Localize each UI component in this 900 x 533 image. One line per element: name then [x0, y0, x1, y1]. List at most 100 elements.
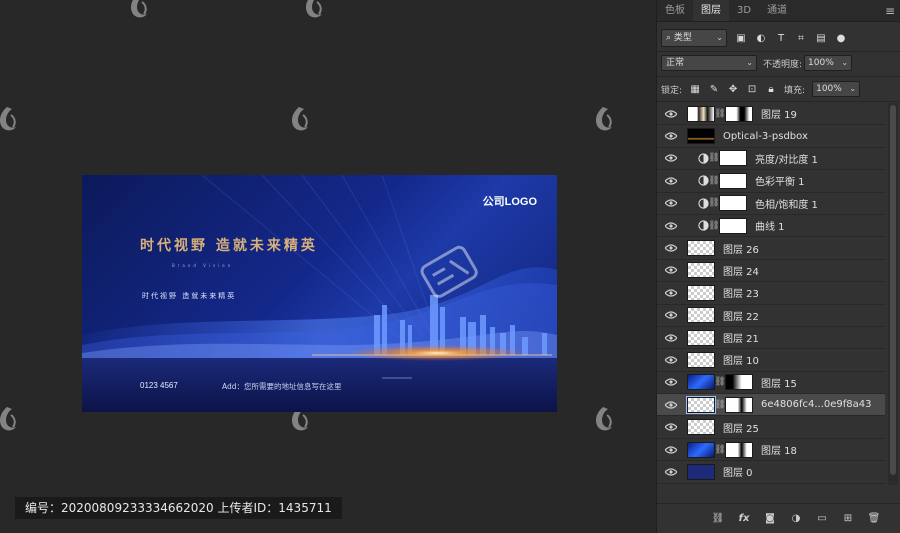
layer-list-scrollbar[interactable]: [888, 103, 898, 485]
layer-mask-thumbnail[interactable]: [725, 105, 753, 122]
layer-row[interactable]: 图层 26: [657, 237, 885, 260]
layer-row[interactable]: 图层 22: [657, 305, 885, 327]
new-layer-icon[interactable]: ⊞: [842, 513, 854, 525]
tab-channels[interactable]: 通道: [759, 0, 795, 21]
layer-row[interactable]: ⛓ 曲线 1: [657, 215, 885, 238]
visibility-eye-icon[interactable]: [657, 401, 685, 409]
layer-name[interactable]: 图层 22: [723, 308, 759, 323]
layer-name[interactable]: 图层 18: [761, 442, 797, 457]
layer-thumbnail[interactable]: [687, 262, 715, 279]
layer-name[interactable]: 图层 26: [723, 241, 759, 256]
layer-thumbnail[interactable]: [687, 374, 715, 391]
panel-menu-icon[interactable]: ≡: [880, 0, 900, 21]
layer-thumbnail[interactable]: [687, 463, 715, 480]
layer-row[interactable]: ⛓ 图层 19: [657, 103, 885, 126]
visibility-eye-icon[interactable]: [657, 199, 685, 207]
layer-thumbnail[interactable]: [687, 128, 715, 145]
layer-name[interactable]: 图层 25: [723, 420, 759, 435]
layer-mask-thumbnail[interactable]: [725, 441, 753, 458]
delete-layer-icon[interactable]: 🗑︎: [868, 513, 881, 525]
layer-name[interactable]: Optical-3-psdbox: [723, 131, 808, 142]
layer-mask-thumbnail[interactable]: [719, 150, 747, 167]
link-icon[interactable]: ⛓: [714, 445, 725, 455]
canvas-workspace[interactable]: 公司LOGO 时代视野 造就未来精英 Brand Vision 时代视野 造就未…: [0, 0, 656, 533]
visibility-eye-icon[interactable]: [657, 423, 685, 431]
visibility-eye-icon[interactable]: [657, 468, 685, 476]
layer-name[interactable]: 图层 23: [723, 285, 759, 300]
blend-mode-select[interactable]: 正常 ⌄: [661, 55, 757, 71]
visibility-eye-icon[interactable]: [657, 311, 685, 319]
visibility-eye-icon[interactable]: [657, 266, 685, 275]
layer-row[interactable]: 图层 10: [657, 349, 885, 372]
layer-row[interactable]: 图层 24: [657, 260, 885, 283]
link-layers-icon[interactable]: ⛓: [712, 513, 725, 525]
layer-name[interactable]: 色相/饱和度 1: [755, 196, 818, 211]
layer-name[interactable]: 6e4806fc4...0e9f8a43: [761, 399, 872, 410]
layer-filter-select[interactable]: ⌕ 类型 ⌄: [661, 29, 727, 47]
fx-icon[interactable]: fx: [738, 513, 750, 525]
link-icon[interactable]: ⛓: [708, 221, 719, 231]
link-icon[interactable]: ⛓: [708, 198, 719, 208]
layer-row[interactable]: ⛓ 色彩平衡 1: [657, 170, 885, 193]
layer-row[interactable]: 图层 0: [657, 461, 885, 484]
layer-thumbnail[interactable]: [686, 395, 716, 414]
link-icon[interactable]: ⛓: [714, 377, 725, 387]
visibility-eye-icon[interactable]: [657, 132, 685, 140]
layer-name[interactable]: 亮度/对比度 1: [755, 151, 818, 166]
layer-thumbnail[interactable]: [687, 105, 715, 122]
layer-mask-thumbnail[interactable]: [725, 396, 753, 413]
scrollbar-thumb[interactable]: [890, 105, 896, 475]
opacity-field[interactable]: 100% ⌄: [804, 55, 853, 71]
layer-row[interactable]: ⛓ 图层 15: [657, 372, 885, 395]
visibility-eye-icon[interactable]: [657, 378, 685, 386]
filter-adjustment-icon[interactable]: ◐: [755, 32, 767, 44]
layer-mask-thumbnail[interactable]: [719, 217, 747, 234]
lock-move-icon[interactable]: ✥: [727, 83, 739, 95]
layer-name[interactable]: 图层 19: [761, 106, 797, 121]
layer-row[interactable]: ⛓ 亮度/对比度 1: [657, 148, 885, 171]
layer-name[interactable]: 图层 21: [723, 330, 759, 345]
layer-name[interactable]: 图层 24: [723, 263, 759, 278]
layer-row[interactable]: ⛓ 色相/饱和度 1: [657, 193, 885, 215]
layer-thumbnail[interactable]: [687, 441, 715, 458]
visibility-eye-icon[interactable]: [657, 445, 685, 454]
layer-thumbnail[interactable]: [687, 240, 715, 257]
add-mask-icon[interactable]: ◙: [764, 513, 776, 525]
lock-transparent-icon[interactable]: ▦: [689, 83, 701, 95]
layer-thumbnail[interactable]: [687, 284, 715, 301]
layer-thumbnail[interactable]: [687, 307, 715, 324]
layer-row[interactable]: ⛓ 6e4806fc4...0e9f8a43: [657, 394, 885, 417]
link-icon[interactable]: ⛓: [714, 400, 725, 410]
new-group-icon[interactable]: ▭: [816, 513, 828, 525]
visibility-eye-icon[interactable]: [657, 154, 685, 163]
layer-name[interactable]: 图层 15: [761, 375, 797, 390]
filter-type-icon[interactable]: T: [775, 32, 787, 44]
filter-toggle-icon[interactable]: ●: [835, 32, 847, 44]
layer-row[interactable]: Optical-3-psdbox: [657, 125, 885, 148]
visibility-eye-icon[interactable]: [657, 356, 685, 364]
layer-mask-thumbnail[interactable]: [719, 172, 747, 189]
filter-smart-object-icon[interactable]: ▤: [815, 32, 827, 44]
layer-thumbnail[interactable]: [687, 419, 715, 436]
visibility-eye-icon[interactable]: [657, 244, 685, 252]
lock-artboard-icon[interactable]: ⊡: [746, 83, 758, 95]
new-adjustment-icon[interactable]: ◑: [790, 513, 802, 525]
link-icon[interactable]: ⛓: [708, 153, 719, 163]
layer-row[interactable]: 图层 25: [657, 416, 885, 439]
tab-3d[interactable]: 3D: [729, 0, 759, 21]
layer-mask-thumbnail[interactable]: [725, 374, 753, 391]
layer-name[interactable]: 图层 10: [723, 352, 759, 367]
tab-layers[interactable]: 图层: [693, 0, 729, 21]
visibility-eye-icon[interactable]: [657, 289, 685, 297]
lock-all-icon[interactable]: 🔒︎: [765, 83, 777, 95]
layer-name[interactable]: 色彩平衡 1: [755, 173, 805, 188]
visibility-eye-icon[interactable]: [657, 177, 685, 185]
link-icon[interactable]: ⛓: [714, 109, 725, 119]
filter-pixel-icon[interactable]: ▣: [735, 32, 747, 44]
layer-name[interactable]: 图层 0: [723, 464, 753, 479]
visibility-eye-icon[interactable]: [657, 110, 685, 118]
tab-swatches[interactable]: 色板: [657, 0, 693, 21]
visibility-eye-icon[interactable]: [657, 222, 685, 230]
layer-mask-thumbnail[interactable]: [719, 195, 747, 212]
fill-field[interactable]: 100% ⌄: [812, 81, 861, 97]
